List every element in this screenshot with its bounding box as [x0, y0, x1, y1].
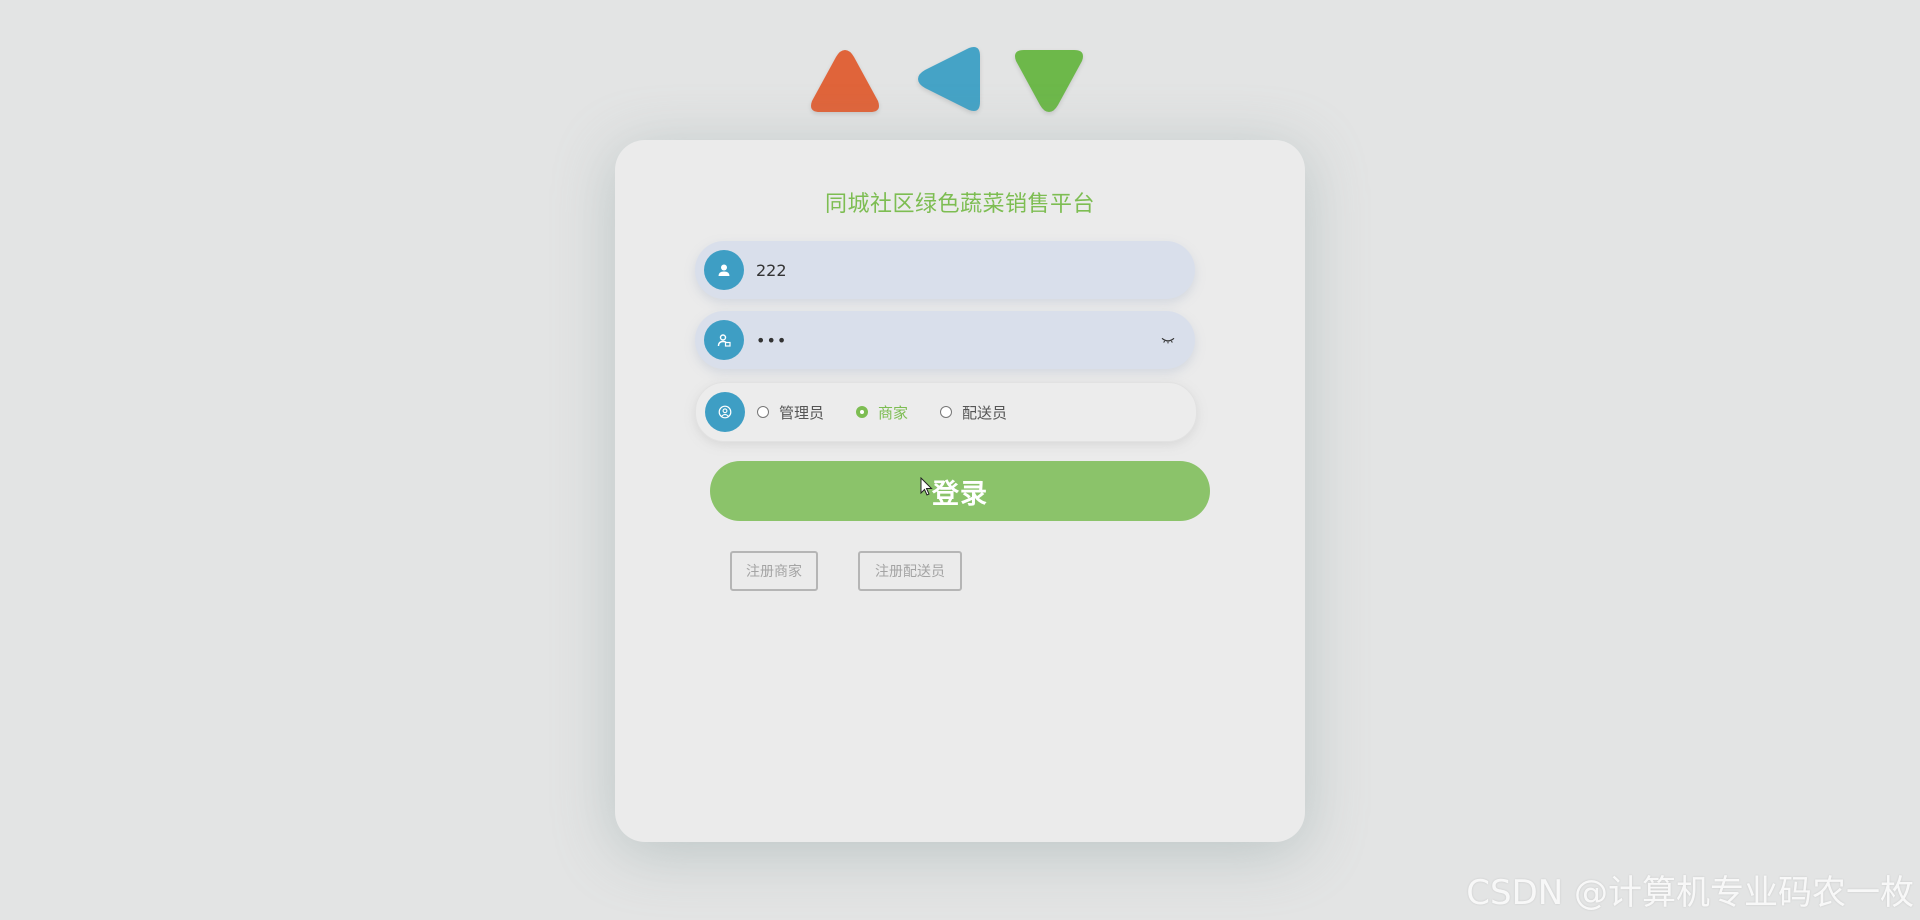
- radio-circle[interactable]: [856, 406, 869, 418]
- username-input[interactable]: [756, 250, 1195, 290]
- register-merchant-button[interactable]: 注册商家: [730, 551, 818, 591]
- radio-circle[interactable]: [940, 406, 953, 418]
- password-input[interactable]: [756, 320, 1159, 360]
- watermark-text: CSDN @计算机专业码农一枚: [1466, 873, 1914, 913]
- user-circle-icon: [705, 392, 745, 432]
- role-radio-group: 管理员 商家 配送员: [757, 402, 1039, 423]
- password-field[interactable]: [695, 311, 1195, 369]
- user-icon: [704, 250, 744, 290]
- login-button[interactable]: 登录: [710, 461, 1210, 521]
- role-label-admin: 管理员: [779, 403, 825, 422]
- orange-triangle-up-icon: [808, 46, 882, 116]
- login-card: 同城社区绿色蔬菜销售平台 管: [615, 140, 1305, 842]
- role-radio-admin[interactable]: 管理员: [757, 402, 824, 423]
- id-card-icon: [704, 320, 744, 360]
- login-page: 同城社区绿色蔬菜销售平台 管: [0, 0, 1920, 920]
- role-label-courier: 配送员: [962, 403, 1008, 422]
- blue-triangle-left-icon: [914, 44, 988, 114]
- role-radio-courier[interactable]: 配送员: [940, 402, 1007, 423]
- eye-closed-icon[interactable]: [1159, 333, 1177, 347]
- role-label-merchant: 商家: [878, 403, 909, 422]
- role-radio-merchant[interactable]: 商家: [856, 402, 908, 423]
- role-field: 管理员 商家 配送员: [695, 382, 1197, 442]
- mouse-cursor-icon: [920, 476, 934, 497]
- page-title: 同城社区绿色蔬菜销售平台: [824, 192, 1095, 217]
- green-triangle-down-icon: [1012, 46, 1086, 116]
- radio-circle[interactable]: [757, 406, 769, 418]
- register-courier-button[interactable]: 注册配送员: [858, 551, 962, 591]
- username-field[interactable]: [695, 241, 1195, 299]
